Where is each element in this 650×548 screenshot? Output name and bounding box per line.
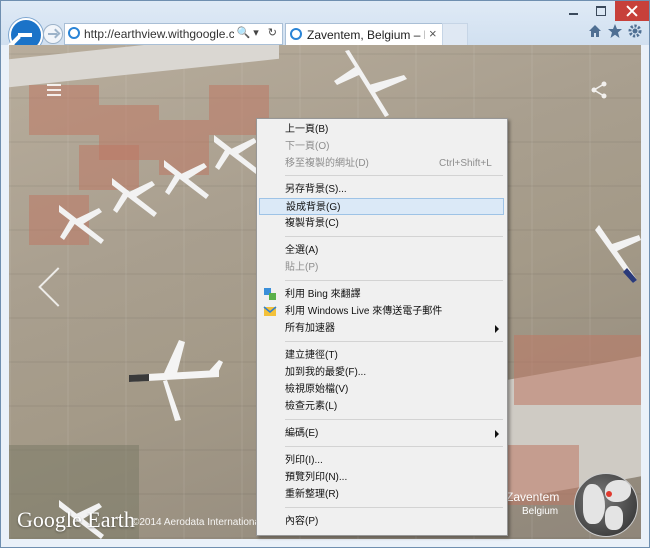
- favorites-star-icon[interactable]: [606, 23, 624, 41]
- menu-item-label: 全選(A): [285, 245, 319, 256]
- menu-icon[interactable]: [47, 83, 61, 101]
- menu-separator: [285, 236, 503, 237]
- menu-item-label: 貼上(P): [285, 262, 319, 273]
- google-earth-logo: Google Earth: [17, 507, 135, 532]
- submenu-arrow-icon: [495, 430, 499, 438]
- menu-item-go-to-copied-url[interactable]: 移至複製的網址(D) Ctrl+Shift+L: [259, 155, 504, 172]
- menu-item-label: 利用 Bing 來翻譯: [285, 289, 361, 300]
- tab-title[interactable]: Zaventem, Belgium – Eart...: [307, 28, 425, 42]
- close-window-button[interactable]: [615, 1, 649, 21]
- airplane: [59, 205, 104, 244]
- menu-item-label: 另存背景(S)...: [285, 184, 347, 195]
- menu-item-save-background[interactable]: 另存背景(S)...: [259, 181, 504, 198]
- menu-separator: [285, 419, 503, 420]
- apron: [29, 85, 99, 135]
- address-bar[interactable]: http://earthview.withgoogle.com/z 🔍▾ ↻: [64, 23, 283, 45]
- menu-item-add-to-favorites[interactable]: 加到我的最愛(F)...: [259, 364, 504, 381]
- menu-separator: [285, 175, 503, 176]
- menu-item-email-windows-live[interactable]: 利用 Windows Live 來傳送電子郵件: [259, 303, 504, 320]
- menu-item-label: 內容(P): [285, 516, 319, 527]
- menu-item-set-as-background[interactable]: 設成背景(G): [259, 198, 504, 215]
- airplane: [595, 225, 641, 283]
- ie-page-icon: [68, 27, 80, 39]
- location-marker-icon: [606, 491, 612, 497]
- menu-item-label: 編碼(E): [285, 428, 319, 439]
- globe-land: [605, 506, 623, 530]
- menu-item-all-accelerators[interactable]: 所有加速器: [259, 320, 504, 337]
- menu-item-label: 下一頁(O): [285, 141, 330, 152]
- menu-item-label: 所有加速器: [285, 323, 335, 334]
- menu-separator: [285, 341, 503, 342]
- menu-item-properties[interactable]: 內容(P): [259, 513, 504, 530]
- menu-item-label: 設成背景(G): [286, 202, 341, 213]
- menu-item-back[interactable]: 上一頁(B): [259, 121, 504, 138]
- menu-item-refresh[interactable]: 重新整理(R): [259, 486, 504, 503]
- windows-live-mail-icon: [263, 304, 277, 318]
- address-search-refresh-icons[interactable]: 🔍▾ ↻: [233, 26, 280, 39]
- context-menu: 上一頁(B) 下一頁(O) 移至複製的網址(D) Ctrl+Shift+L 另存背…: [256, 118, 508, 536]
- menu-item-label: 檢查元素(L): [285, 401, 338, 412]
- share-icon[interactable]: [591, 81, 607, 104]
- settings-gear-icon[interactable]: [626, 23, 644, 41]
- menu-item-label: 建立捷徑(T): [285, 350, 338, 361]
- menu-item-label: 加到我的最愛(F)...: [285, 367, 367, 378]
- menu-item-label: 移至複製的網址(D): [285, 158, 369, 169]
- maximize-button[interactable]: [587, 1, 615, 21]
- menu-item-label: 列印(I)...: [285, 455, 323, 466]
- menu-item-copy-background[interactable]: 複製背景(C): [259, 215, 504, 232]
- tab-close-icon[interactable]: ×: [429, 26, 437, 41]
- menu-separator: [285, 280, 503, 281]
- airplane: [334, 50, 407, 117]
- terminal-building: [9, 45, 279, 88]
- menu-item-select-all[interactable]: 全選(A): [259, 242, 504, 259]
- menu-item-label: 利用 Windows Live 來傳送電子郵件: [285, 306, 443, 317]
- globe-map[interactable]: [574, 473, 638, 537]
- menu-item-translate-bing[interactable]: 利用 Bing 來翻譯: [259, 286, 504, 303]
- airplane: [112, 178, 157, 217]
- forward-button[interactable]: [43, 24, 63, 44]
- airplane: [129, 340, 223, 421]
- new-tab-button[interactable]: [442, 23, 468, 45]
- location-country: Belgium: [522, 506, 559, 517]
- browser-toolbar: http://earthview.withgoogle.com/z 🔍▾ ↻ Z…: [1, 1, 649, 52]
- tab-favicon-icon: [290, 28, 302, 40]
- image-copyright: ©2014 Aerodata International: [132, 517, 263, 528]
- menu-item-inspect-element[interactable]: 檢查元素(L): [259, 398, 504, 415]
- menu-item-print[interactable]: 列印(I)...: [259, 452, 504, 469]
- tab-active[interactable]: Zaventem, Belgium – Eart... ×: [285, 23, 443, 45]
- menu-item-label: 檢視原始檔(V): [285, 384, 349, 395]
- submenu-arrow-icon: [495, 325, 499, 333]
- menu-separator: [285, 507, 503, 508]
- menu-separator: [285, 446, 503, 447]
- menu-item-shortcut: Ctrl+Shift+L: [439, 158, 492, 169]
- globe-land: [583, 484, 605, 524]
- browser-window: http://earthview.withgoogle.com/z 🔍▾ ↻ Z…: [0, 0, 650, 548]
- menu-item-label: 上一頁(B): [285, 124, 329, 135]
- airplane: [164, 160, 209, 199]
- apron: [514, 335, 641, 405]
- menu-item-print-preview[interactable]: 預覽列印(N)...: [259, 469, 504, 486]
- menu-item-encoding[interactable]: 編碼(E): [259, 425, 504, 442]
- minimize-button[interactable]: [559, 1, 587, 21]
- previous-image-arrow-icon[interactable]: [38, 267, 78, 307]
- menu-item-view-source[interactable]: 檢視原始檔(V): [259, 381, 504, 398]
- bing-translate-icon: [263, 287, 277, 301]
- menu-item-label: 複製背景(C): [285, 218, 339, 229]
- menu-item-label: 預覽列印(N)...: [285, 472, 348, 483]
- menu-item-label: 重新整理(R): [285, 489, 339, 500]
- menu-item-paste[interactable]: 貼上(P): [259, 259, 504, 276]
- menu-item-forward[interactable]: 下一頁(O): [259, 138, 504, 155]
- home-icon[interactable]: [586, 23, 604, 41]
- location-name: Zaventem: [506, 490, 560, 504]
- menu-item-create-shortcut[interactable]: 建立捷徑(T): [259, 347, 504, 364]
